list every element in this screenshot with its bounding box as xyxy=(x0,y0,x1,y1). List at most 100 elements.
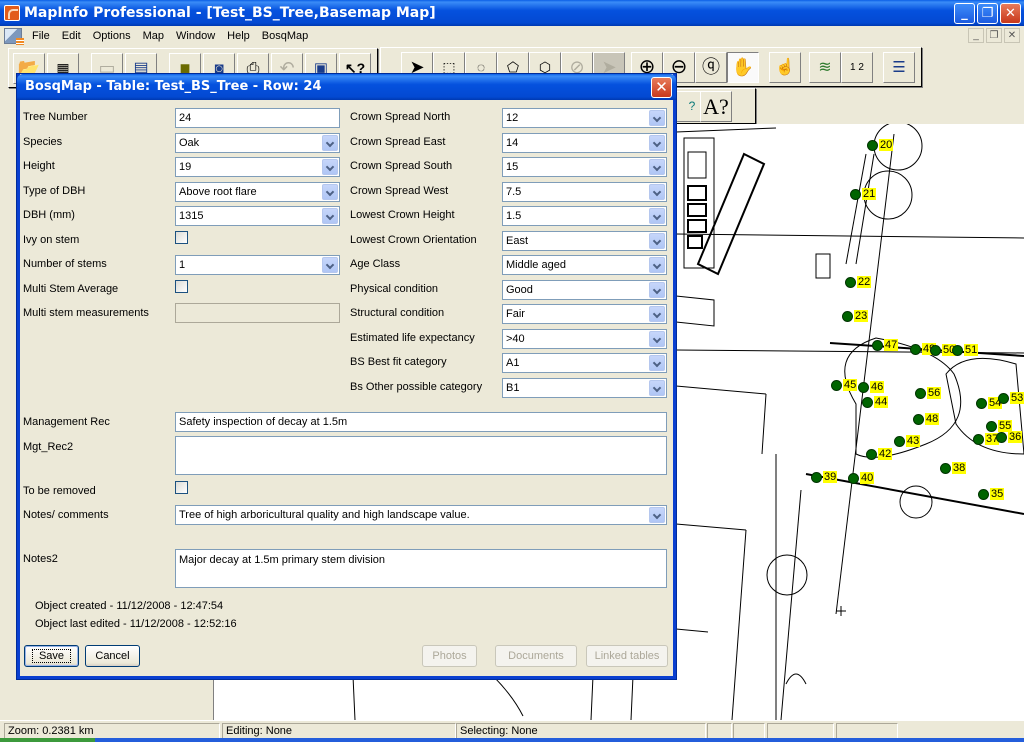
lowest-crown-orientation-combo[interactable]: East xyxy=(502,230,667,251)
ivy-on-stem-checkbox[interactable] xyxy=(175,231,188,244)
chevron-down-icon[interactable] xyxy=(649,355,665,371)
to-be-removed-checkbox[interactable] xyxy=(175,481,188,494)
chevron-down-icon[interactable] xyxy=(322,184,338,200)
number-of-stems-combo[interactable]: 1 xyxy=(175,255,340,275)
tree-marker[interactable] xyxy=(986,421,997,432)
age-class-combo[interactable]: Middle aged xyxy=(502,255,667,275)
menu-help[interactable]: Help xyxy=(221,30,256,42)
dialog-close-button[interactable]: ✕ xyxy=(651,77,672,98)
tree-marker[interactable] xyxy=(996,432,1007,443)
height-combo[interactable]: 19 xyxy=(175,157,340,177)
layer-control-button[interactable]: ≋ xyxy=(809,52,841,83)
tree-marker[interactable] xyxy=(952,345,963,356)
estimated-life-expectancy-combo[interactable]: >40 xyxy=(502,328,667,349)
status-editing[interactable]: Editing: None xyxy=(222,723,456,739)
status-selecting[interactable]: Selecting: None xyxy=(456,723,706,739)
lowest-crown-height-combo[interactable]: 1.5 xyxy=(502,206,667,226)
mgt-rec2-textarea[interactable] xyxy=(175,436,667,475)
tree-marker[interactable] xyxy=(867,140,878,151)
tree-marker[interactable] xyxy=(845,277,856,288)
notes2-textarea[interactable]: Major decay at 1.5m primary stem divisio… xyxy=(175,549,667,588)
menu-bosqmap[interactable]: BosqMap xyxy=(256,30,314,42)
grabber-tool[interactable]: ✋ xyxy=(727,52,759,83)
chevron-down-icon[interactable] xyxy=(649,507,665,523)
tree-marker[interactable] xyxy=(978,489,989,500)
tree-marker[interactable] xyxy=(842,311,853,322)
info-tool[interactable]: ☝ xyxy=(769,52,801,83)
crown-spread-east-combo[interactable]: 14 xyxy=(502,132,667,153)
tree-number-input[interactable]: 24 xyxy=(175,108,340,128)
type-of-dbh-combo[interactable]: Above root flare xyxy=(175,182,340,202)
tree-marker[interactable] xyxy=(866,449,877,460)
chevron-down-icon[interactable] xyxy=(322,159,338,175)
status-zoom[interactable]: Zoom: 0.2381 km xyxy=(4,723,220,739)
tree-marker[interactable] xyxy=(976,398,987,409)
menu-edit[interactable]: Edit xyxy=(56,30,87,42)
map-window[interactable]: 2021222347495051454644565453485543373642… xyxy=(676,124,1024,720)
tree-marker[interactable] xyxy=(998,393,1009,404)
multi-stem-average-checkbox[interactable] xyxy=(175,280,188,293)
tree-marker[interactable] xyxy=(915,388,926,399)
species-combo[interactable]: Oak xyxy=(175,133,340,153)
chevron-down-icon[interactable] xyxy=(649,257,665,273)
tree-marker[interactable] xyxy=(930,345,941,356)
chevron-down-icon[interactable] xyxy=(322,257,338,273)
physical-condition-combo[interactable]: Good xyxy=(502,279,667,300)
tree-marker[interactable] xyxy=(858,382,869,393)
mdi-minimize-button[interactable]: _ xyxy=(968,28,984,43)
crown-spread-north-combo[interactable]: 12 xyxy=(502,108,667,128)
chevron-down-icon[interactable] xyxy=(322,208,338,224)
chevron-down-icon[interactable] xyxy=(649,306,665,322)
change-view-tool[interactable]: ⓠ xyxy=(695,52,727,83)
crown-spread-south-combo[interactable]: 15 xyxy=(502,157,667,177)
chevron-down-icon[interactable] xyxy=(649,159,665,175)
tree-marker[interactable] xyxy=(910,344,921,355)
crown-spread-west-combo[interactable]: 7.5 xyxy=(502,181,667,202)
tree-marker[interactable] xyxy=(894,436,905,447)
label-info-button[interactable]: A? xyxy=(700,91,732,122)
management-rec-input[interactable]: Safety inspection of decay at 1.5m xyxy=(175,412,667,432)
document-window-icon[interactable] xyxy=(4,28,24,45)
tree-marker[interactable] xyxy=(850,189,861,200)
chevron-down-icon[interactable] xyxy=(322,135,338,151)
tree-marker[interactable] xyxy=(848,473,859,484)
start-button[interactable] xyxy=(0,738,95,742)
tree-marker[interactable] xyxy=(831,380,842,391)
dbh-combo[interactable]: 1315 xyxy=(175,206,340,226)
map-window-lower[interactable] xyxy=(213,676,676,720)
close-button[interactable]: ✕ xyxy=(1000,3,1021,24)
tree-marker[interactable] xyxy=(940,463,951,474)
tree-marker[interactable] xyxy=(913,414,924,425)
bs-other-possible-category-combo[interactable]: B1 xyxy=(502,377,667,398)
dialog-title-bar[interactable]: BosqMap - Table: Test_BS_Tree - Row: 24 … xyxy=(17,74,676,100)
mdi-close-button[interactable]: ✕ xyxy=(1004,28,1020,43)
restore-button[interactable]: ❐ xyxy=(977,3,998,24)
chevron-down-icon[interactable] xyxy=(649,330,665,347)
chevron-down-icon[interactable] xyxy=(649,208,665,224)
documents-button[interactable]: Documents xyxy=(495,645,577,667)
structural-condition-combo[interactable]: Fair xyxy=(502,304,667,324)
chevron-down-icon[interactable] xyxy=(649,134,665,151)
ruler-tool[interactable]: 1 2 xyxy=(841,52,873,83)
mdi-restore-button[interactable]: ❐ xyxy=(986,28,1002,43)
chevron-down-icon[interactable] xyxy=(649,379,665,396)
tree-marker[interactable] xyxy=(973,434,984,445)
bs-best-fit-category-combo[interactable]: A1 xyxy=(502,353,667,373)
tree-marker[interactable] xyxy=(811,472,822,483)
menu-options[interactable]: Options xyxy=(87,30,137,42)
menu-map[interactable]: Map xyxy=(137,30,170,42)
chevron-down-icon[interactable] xyxy=(649,183,665,200)
menu-window[interactable]: Window xyxy=(170,30,221,42)
cancel-button[interactable]: Cancel xyxy=(85,645,140,667)
chevron-down-icon[interactable] xyxy=(649,232,665,249)
minimize-button[interactable]: _ xyxy=(954,3,975,24)
linked-tables-button[interactable]: Linked tables xyxy=(586,645,668,667)
legend-button[interactable]: ☰ xyxy=(883,52,915,83)
chevron-down-icon[interactable] xyxy=(649,110,665,126)
save-button[interactable]: Save xyxy=(24,645,79,667)
menu-file[interactable]: File xyxy=(26,30,56,42)
chevron-down-icon[interactable] xyxy=(649,281,665,298)
tree-marker[interactable] xyxy=(872,340,883,351)
tree-marker[interactable] xyxy=(862,397,873,408)
photos-button[interactable]: Photos xyxy=(422,645,477,667)
